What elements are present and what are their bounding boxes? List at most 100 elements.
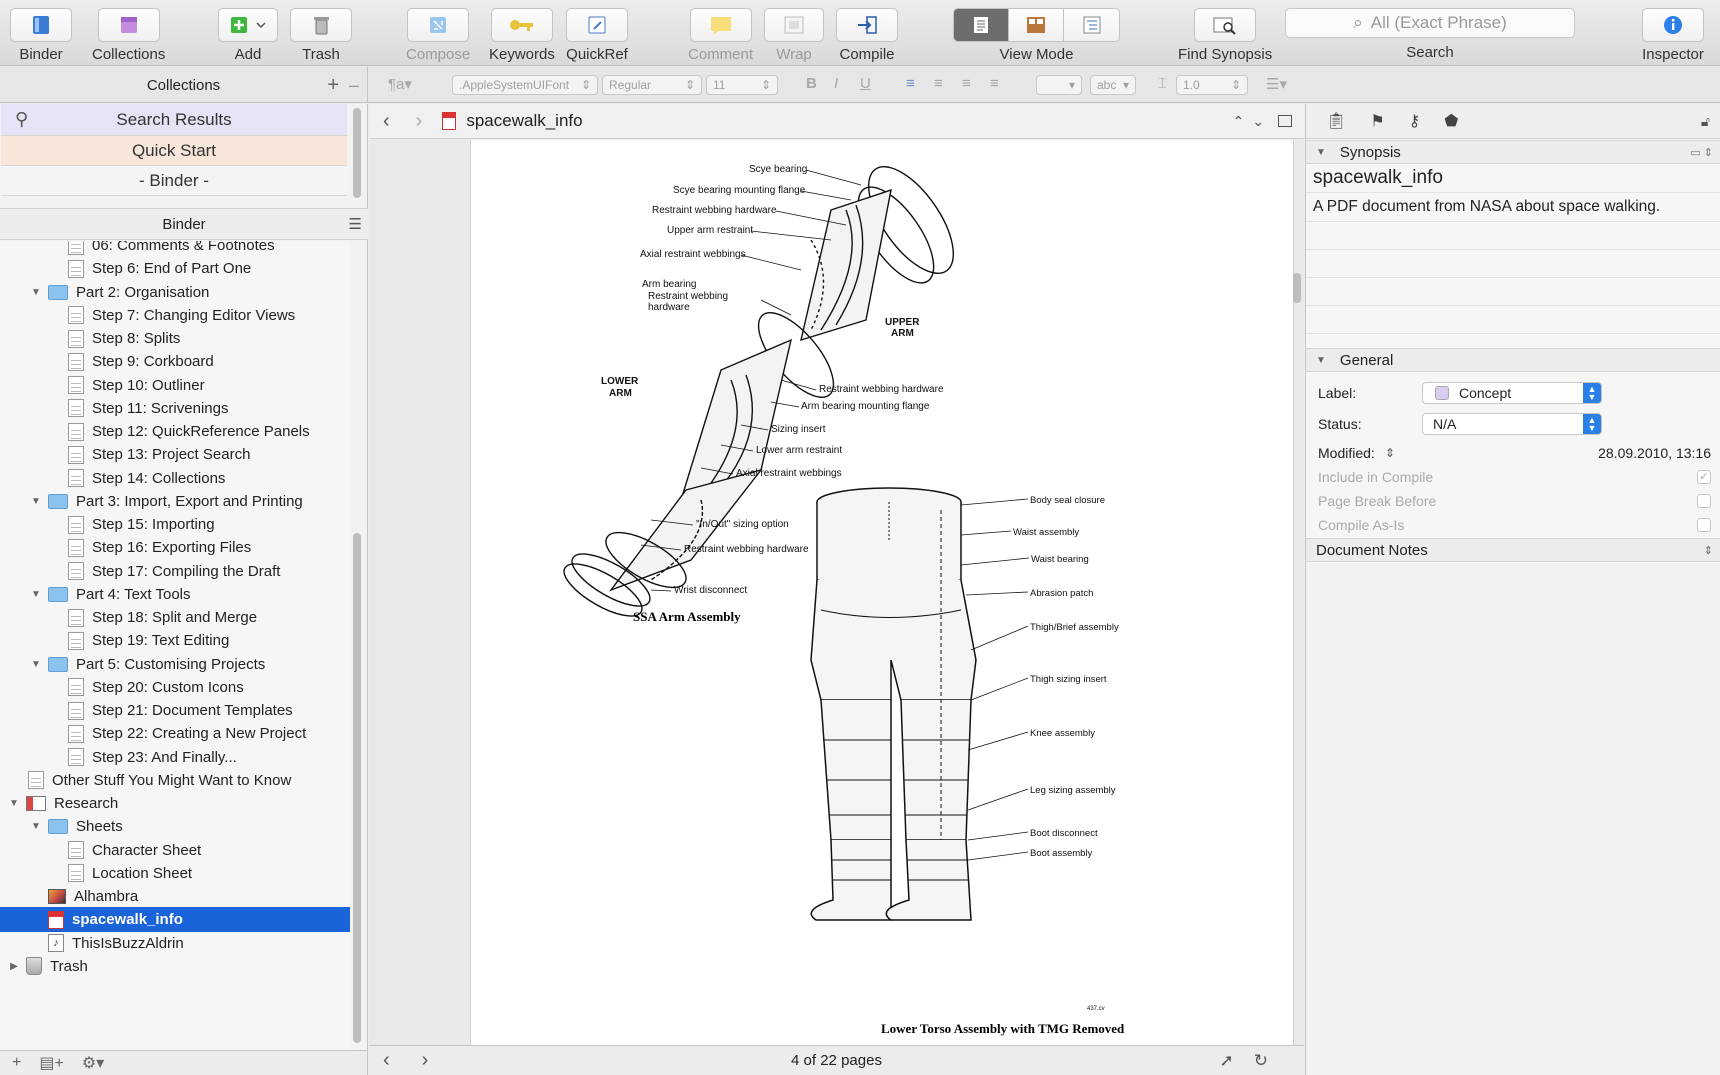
gear-icon[interactable]: ⚙▾ — [82, 1053, 104, 1073]
trash-toolbar-button[interactable]: Trash — [290, 8, 352, 63]
chevron-updown-icon[interactable]: ⇕ — [1704, 544, 1713, 557]
binder-item[interactable]: Step 19: Text Editing — [0, 628, 350, 653]
corkboard-mode-icon[interactable] — [1009, 9, 1064, 41]
disclosure-down-icon[interactable]: ▼ — [30, 496, 42, 507]
binder-item[interactable]: ▼ Sheets — [0, 814, 350, 839]
font-style-select[interactable]: Regular ⇕ — [602, 75, 702, 95]
document-notes-area[interactable] — [1306, 563, 1720, 1075]
collection-tab-binder[interactable]: - Binder - — [1, 166, 347, 196]
collections-toolbar-button[interactable]: Collections — [92, 8, 165, 63]
rotate-icon[interactable]: ↻ — [1254, 1051, 1268, 1071]
status-select[interactable]: N/A ▲ ▼ — [1422, 413, 1602, 435]
binder-menu-icon[interactable]: ☰ — [349, 215, 362, 233]
binder-item[interactable]: Step 22: Creating a New Project — [0, 721, 350, 746]
page-break-checkbox[interactable] — [1697, 494, 1711, 508]
synopsis-title-field[interactable]: spacewalk_info — [1306, 165, 1720, 193]
text-color-select[interactable]: ▾ — [1036, 75, 1082, 95]
binder-item[interactable]: Character Sheet — [0, 838, 350, 863]
previous-document-icon[interactable]: ⌃ — [1233, 113, 1245, 130]
collection-tab-quick-start[interactable]: Quick Start — [1, 136, 347, 166]
paragraph-style-icon[interactable]: ¶a▾ — [388, 75, 412, 93]
scrivenings-mode-icon[interactable] — [954, 9, 1009, 41]
notes-tab-icon[interactable]: 📋︎ — [1326, 111, 1346, 131]
bookmark-tab-icon[interactable]: ⚑ — [1370, 111, 1384, 131]
binder-item[interactable]: Other Stuff You Might Want to Know — [0, 768, 350, 793]
binder-item[interactable]: Step 21: Document Templates — [0, 698, 350, 723]
binder-item[interactable]: Step 20: Custom Icons — [0, 675, 350, 700]
general-header[interactable]: ▼ General — [1306, 348, 1720, 372]
tag-tab-icon[interactable]: ⬟ — [1444, 111, 1458, 131]
binder-item[interactable]: Alhambra — [0, 884, 350, 909]
align-right-icon[interactable]: ≡ — [962, 75, 971, 92]
font-family-select[interactable]: .AppleSystemUIFont ⇕ — [452, 75, 598, 95]
binder-item[interactable]: Step 18: Split and Merge — [0, 605, 350, 630]
collection-tab-search-results[interactable]: ⚲ Search Results — [1, 104, 347, 136]
disclosure-right-icon[interactable]: ▶ — [8, 961, 20, 972]
include-in-compile-checkbox[interactable]: ✓ — [1697, 470, 1711, 484]
binder-item[interactable]: ▼ Research — [0, 791, 350, 816]
quickref-toolbar-button[interactable]: QuickRef — [566, 8, 628, 63]
forward-arrow-icon[interactable]: › — [416, 110, 423, 133]
binder-item[interactable]: Step 15: Importing — [0, 512, 350, 537]
align-center-icon[interactable]: ≡ — [934, 75, 943, 92]
outliner-mode-icon[interactable] — [1064, 9, 1119, 41]
align-justify-icon[interactable]: ≡ — [990, 75, 999, 92]
synopsis-header[interactable]: ▼ Synopsis ▭ ⇕ — [1306, 140, 1720, 164]
next-document-icon[interactable]: ⌄ — [1252, 113, 1264, 130]
next-page-icon[interactable]: › — [422, 1049, 429, 1072]
binder-item[interactable]: ▼ Part 5: Customising Projects — [0, 652, 350, 677]
search-input[interactable]: ⌕ All (Exact Phrase) — [1285, 8, 1575, 38]
collections-scroll-thumb[interactable] — [353, 108, 361, 198]
binder-item[interactable]: ▼ Part 4: Text Tools — [0, 582, 350, 607]
line-spacing-select[interactable]: 1.0 ⇕ — [1176, 75, 1248, 95]
view-mode-control[interactable]: View Mode — [953, 8, 1120, 63]
disclosure-down-icon[interactable]: ▼ — [30, 659, 42, 670]
binder-item[interactable]: Step 13: Project Search — [0, 442, 350, 467]
keywords-tab-icon[interactable]: ⚷ — [1409, 111, 1421, 131]
keywords-toolbar-button[interactable]: Keywords — [489, 8, 555, 63]
split-editor-icon[interactable] — [1278, 115, 1292, 127]
binder-item[interactable]: spacewalk_info — [0, 907, 350, 933]
add-folder-icon[interactable]: ▤+ — [39, 1053, 63, 1073]
binder-scrollbar[interactable] — [352, 241, 362, 1050]
binder-item[interactable]: Step 16: Exporting Files — [0, 535, 350, 560]
binder-item[interactable]: ▼ Part 3: Import, Export and Printing — [0, 489, 350, 514]
binder-item[interactable]: ▼ Part 2: Organisation — [0, 280, 350, 305]
add-toolbar-button[interactable]: Add — [218, 8, 278, 63]
synopsis-mode-icon[interactable]: ▭ ⇕ — [1690, 146, 1713, 159]
binder-item[interactable]: Step 14: Collections — [0, 466, 350, 491]
italic-icon[interactable]: I — [834, 75, 838, 92]
binder-item[interactable]: Step 8: Splits — [0, 326, 350, 351]
list-icon[interactable]: ☰▾ — [1266, 75, 1287, 93]
lock-icon[interactable]: 🔓︎ — [1701, 113, 1710, 130]
synopsis-text-field[interactable]: A PDF document from NASA about space wal… — [1306, 194, 1720, 334]
add-item-icon[interactable]: + — [12, 1054, 21, 1072]
binder-toolbar-button[interactable]: Binder — [10, 8, 72, 63]
compile-as-is-checkbox[interactable] — [1697, 518, 1711, 532]
editor-scroll-thumb[interactable] — [1293, 273, 1301, 303]
pointer-tool-icon[interactable]: ➚ — [1220, 1051, 1234, 1071]
binder-item[interactable]: Step 6: End of Part One — [0, 256, 350, 281]
document-notes-header[interactable]: Document Notes ⇕ — [1306, 538, 1720, 562]
align-left-icon[interactable]: ≡ — [906, 75, 915, 92]
binder-item[interactable]: ▶ Trash — [0, 954, 350, 979]
remove-collection-icon[interactable]: – — [349, 75, 359, 96]
find-synopsis-button[interactable]: Find Synopsis — [1178, 8, 1272, 63]
binder-item[interactable]: Location Sheet — [0, 861, 350, 886]
collections-scrollbar[interactable] — [352, 104, 362, 204]
add-collection-icon[interactable]: + — [327, 74, 339, 97]
comment-toolbar-button[interactable]: Comment — [688, 8, 753, 63]
disclosure-down-icon[interactable]: ▼ — [30, 589, 42, 600]
editor-scrollbar[interactable] — [1290, 140, 1304, 1045]
highlight-select[interactable]: abc ▾ — [1090, 75, 1136, 95]
binder-scroll-thumb[interactable] — [353, 533, 361, 1043]
inspector-toolbar-button[interactable]: Inspector — [1642, 8, 1704, 63]
disclosure-down-icon[interactable]: ▼ — [30, 287, 42, 298]
binder-item[interactable]: Step 12: QuickReference Panels — [0, 419, 350, 444]
binder-item[interactable]: Step 7: Changing Editor Views — [0, 303, 350, 328]
compile-toolbar-button[interactable]: Compile — [836, 8, 898, 63]
binder-item[interactable]: ♪ ThisIsBuzzAldrin — [0, 931, 350, 956]
binder-item[interactable]: Step 9: Corkboard — [0, 349, 350, 374]
disclosure-down-icon[interactable]: ▼ — [30, 821, 42, 832]
back-arrow-icon[interactable]: ‹ — [383, 110, 390, 133]
